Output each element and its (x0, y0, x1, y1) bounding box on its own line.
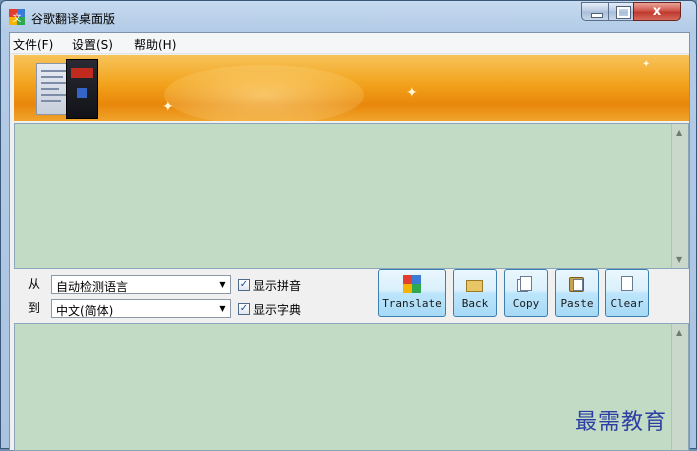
blank-doc-shape (621, 276, 633, 291)
menu-file[interactable]: 文件(F) (13, 36, 53, 53)
screen-line (41, 94, 67, 96)
sparkle-icon: ✦ (162, 99, 174, 115)
copy-icon (517, 275, 535, 293)
from-label: 从 (28, 277, 41, 291)
maximize-button[interactable] (608, 2, 634, 21)
scroll-up-icon[interactable]: ▲ (676, 328, 682, 337)
title-bar[interactable]: 文 谷歌翻译桌面版 x (1, 1, 696, 33)
target-language-value: 中文(简体) (56, 304, 114, 318)
scroll-up-icon[interactable]: ▲ (676, 128, 682, 137)
source-scrollbar[interactable]: ▲ ▼ (671, 124, 688, 268)
close-button[interactable]: x (633, 2, 681, 21)
translate-icon (403, 275, 421, 293)
paste-button-label: Paste (560, 297, 594, 310)
show-dict-label: 显示字典 (253, 303, 302, 317)
show-dict-checkbox[interactable]: ✓ (238, 303, 250, 315)
watermark-text: 最需教育 (575, 410, 668, 435)
clear-button[interactable]: Clear (605, 269, 649, 317)
translate-button[interactable]: Translate (378, 269, 446, 317)
source-language-select[interactable]: 自动检测语言 ▼ (51, 275, 231, 294)
window-title: 谷歌翻译桌面版 (31, 12, 116, 26)
source-text-input[interactable]: ▲ ▼ (14, 123, 689, 269)
back-button-label: Back (461, 297, 489, 310)
copy-button-label: Copy (512, 297, 540, 310)
clear-button-label: Clear (610, 297, 644, 310)
case-label (71, 68, 93, 78)
scroll-down-icon[interactable]: ▼ (676, 255, 682, 264)
dropdown-arrow-icon[interactable]: ▼ (215, 300, 230, 317)
doc-shape (573, 279, 583, 291)
translation-controls: 从 到 自动检测语言 ▼ 中文(简体) ▼ ✓ 显示拼音 ✓ 显示字典 Tran… (10, 269, 689, 323)
show-pinyin-checkbox[interactable]: ✓ (238, 279, 250, 291)
close-icon: x (652, 4, 662, 19)
clear-icon (618, 275, 636, 293)
screen-line (41, 76, 63, 78)
screen-line (41, 88, 59, 90)
app-window: 文 谷歌翻译桌面版 x 文件(F) 设置(S) 帮助(H) ✦ ✦ ✦ ▲ ▼ … (0, 0, 697, 451)
menu-settings[interactable]: 设置(S) (72, 36, 113, 53)
translate-button-label: Translate (382, 297, 442, 310)
show-pinyin-label: 显示拼音 (253, 279, 302, 293)
to-label: 到 (28, 301, 41, 315)
folder-shape (466, 280, 483, 292)
screen-line (41, 100, 61, 102)
svg-text:文: 文 (12, 12, 21, 24)
minimize-icon (591, 13, 603, 18)
google-translate-app-icon: 文 (9, 9, 25, 25)
target-language-select[interactable]: 中文(简体) ▼ (51, 299, 231, 318)
paste-button[interactable]: Paste (555, 269, 599, 317)
doc-front (520, 276, 532, 291)
minimize-button[interactable] (581, 2, 609, 21)
product-box-image (36, 59, 98, 119)
sparkle-icon: ✦ (406, 85, 418, 101)
case-logo (77, 88, 87, 98)
back-icon (466, 275, 484, 293)
output-scrollbar[interactable]: ▲ (671, 324, 688, 450)
back-button[interactable]: Back (453, 269, 497, 317)
menu-bar: 文件(F) 设置(S) 帮助(H) (10, 33, 689, 54)
menu-help[interactable]: 帮助(H) (134, 36, 176, 53)
banner-glow (164, 65, 364, 121)
source-language-value: 自动检测语言 (56, 280, 129, 294)
paste-icon (568, 275, 586, 293)
product-case (66, 59, 98, 119)
sparkle-icon: ✦ (642, 59, 651, 70)
copy-button[interactable]: Copy (504, 269, 548, 317)
screen-line (41, 82, 69, 84)
maximize-icon (616, 6, 631, 19)
dropdown-arrow-icon[interactable]: ▼ (215, 276, 230, 293)
client-area: 文件(F) 设置(S) 帮助(H) ✦ ✦ ✦ ▲ ▼ 从 到 自动检测语言 ▼… (9, 32, 690, 451)
banner-image: ✦ ✦ ✦ (14, 55, 689, 121)
